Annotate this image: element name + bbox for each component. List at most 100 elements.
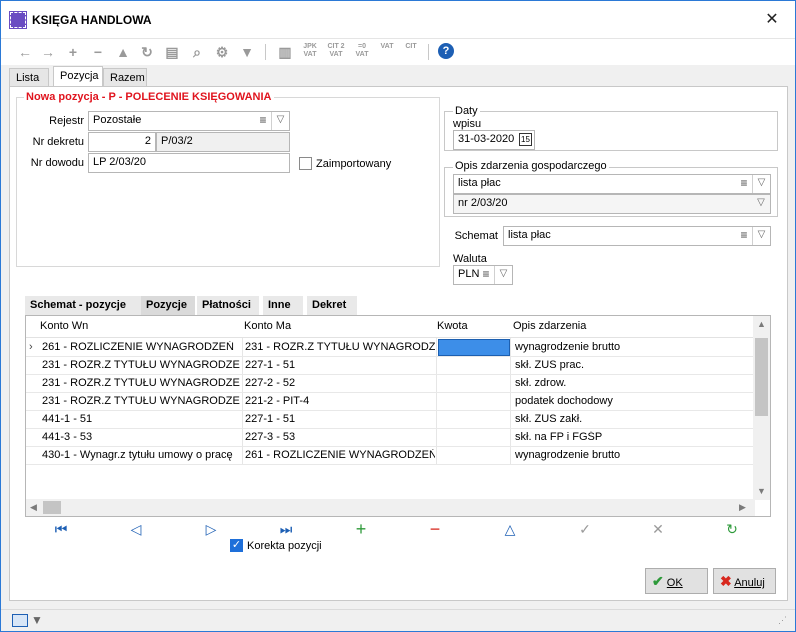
cell-opis[interactable]: skł. ZUS zakł. [515, 413, 735, 425]
tab-razem[interactable]: Razem [103, 68, 147, 87]
cell-opis[interactable]: skł. na FP i FGŚP [515, 431, 735, 443]
cell-ma[interactable]: 227-1 - 51 [245, 413, 435, 425]
rejestr-combo[interactable]: Pozostałe ≡ ▽ [88, 111, 290, 131]
search-icon[interactable]: ⌕ [188, 43, 206, 61]
selected-cell[interactable] [438, 339, 510, 356]
ok-button[interactable]: ✔ OK [645, 568, 708, 594]
cell-wn[interactable]: 441-1 - 51 [42, 413, 240, 425]
table-row[interactable]: 231 - ROZR.Z TYTUŁU WYNAGRODZEŃ 227-1 - 5… [26, 357, 753, 375]
cell-wn[interactable]: 261 - ROZLICZENIE WYNAGRODZEŃ [42, 341, 240, 353]
vertical-scrollbar[interactable]: ▲ ▼ [753, 316, 770, 500]
table-grid-icon[interactable] [12, 614, 28, 627]
schemat-combo[interactable]: lista płac ≡ ▽ [503, 226, 771, 246]
remove-icon[interactable]: − [89, 43, 107, 61]
cell-wn[interactable]: 231 - ROZR.Z TYTUŁU WYNAGRODZEŃ [42, 395, 240, 407]
waluta-combo[interactable]: PLN ≡ ▽ [453, 265, 513, 285]
chevron-down-icon[interactable]: ▽ [752, 195, 770, 213]
cit2-vat-icon[interactable]: CIT 2 VAT [325, 43, 347, 61]
scroll-thumb[interactable] [43, 501, 61, 514]
tab-pozycje[interactable]: Pozycje [141, 296, 195, 315]
list-menu-icon[interactable]: ≡ [480, 266, 492, 284]
cell-opis[interactable]: wynagrodzenie brutto [515, 449, 735, 461]
cell-ma[interactable]: 261 - ROZLICZENIE WYNAGRODZEŃ [245, 449, 435, 461]
list-menu-icon[interactable]: ≡ [257, 112, 269, 130]
calendar-icon[interactable]: 15 [519, 133, 532, 146]
table-row[interactable]: › 261 - ROZLICZENIE WYNAGRODZEŃ 231 - ROZR… [26, 339, 753, 357]
first-record-icon[interactable]: ⏮ [51, 520, 71, 538]
scroll-right-icon[interactable]: ▶ [739, 502, 746, 513]
zero-vat-icon[interactable]: =0 VAT [351, 43, 373, 61]
insert-record-icon[interactable]: + [351, 520, 371, 538]
help-icon[interactable]: ? [438, 43, 454, 59]
tab-platnosci[interactable]: Płatności [197, 296, 259, 315]
zaimportowany-checkbox[interactable] [299, 157, 312, 170]
settings-gear-icon[interactable]: ⚙ [213, 43, 231, 61]
list-menu-icon[interactable]: ≡ [738, 227, 750, 245]
resize-grip-icon[interactable]: ⋰ [778, 615, 787, 626]
cell-opis[interactable]: podatek dochodowy [515, 395, 735, 407]
nr-dowodu-input[interactable]: LP 2/03/20 [88, 153, 290, 173]
tab-inne[interactable]: Inne [263, 296, 303, 315]
cell-wn[interactable]: 430-1 - Wynagr.z tytułu umowy o pracę [42, 449, 240, 461]
cell-opis[interactable]: skł. zdrow. [515, 377, 735, 389]
refresh-records-icon[interactable]: ↻ [722, 520, 742, 538]
scroll-up-icon[interactable]: ▲ [757, 319, 766, 329]
cancel-record-icon[interactable]: ✕ [648, 520, 668, 538]
back-arrow-icon[interactable]: ← [16, 43, 34, 61]
print-icon[interactable]: ▤ [163, 43, 181, 61]
cancel-button[interactable]: ✖ Anuluj [713, 568, 776, 594]
table-row[interactable]: 441-3 - 53 227-3 - 53 skł. na FP i FGŚP [26, 429, 753, 447]
post-record-icon[interactable]: ✓ [575, 520, 595, 538]
last-record-icon[interactable]: ⏭ [276, 520, 296, 538]
col-konto-ma[interactable]: Konto Ma [244, 320, 291, 332]
nr-dekretu-number[interactable]: 2 [88, 132, 156, 152]
cell-ma[interactable]: 227-1 - 51 [245, 359, 435, 371]
tab-pozycja[interactable]: Pozycja [53, 66, 103, 87]
opis-extra-field[interactable]: nr 2/03/20 ▽ [453, 194, 771, 214]
korekta-checkbox[interactable]: ✓ [230, 539, 243, 552]
table-row[interactable]: 430-1 - Wynagr.z tytułu umowy o pracę 261… [26, 447, 753, 465]
list-menu-icon[interactable]: ≡ [738, 175, 750, 193]
tab-lista[interactable]: Lista [9, 68, 49, 87]
chevron-down-icon[interactable]: ▽ [752, 227, 770, 245]
cit-icon[interactable]: CIT [400, 43, 422, 61]
scroll-left-icon[interactable]: ◀ [30, 502, 37, 513]
filter-settings-icon[interactable]: ▼ [31, 613, 43, 627]
col-konto-wn[interactable]: Konto Wn [40, 320, 88, 332]
scroll-thumb[interactable] [755, 338, 768, 416]
tab-dekret[interactable]: Dekret [307, 296, 357, 315]
horizontal-scrollbar[interactable]: ◀ ▶ [26, 499, 755, 516]
cell-wn[interactable]: 231 - ROZR.Z TYTUŁU WYNAGRODZEŃ [42, 359, 240, 371]
delete-record-icon[interactable]: − [425, 520, 445, 538]
filter-icon[interactable]: ▼ [238, 43, 256, 61]
tab-schemat-pozycje[interactable]: Schemat - pozycje [25, 296, 141, 315]
cell-opis[interactable]: skł. ZUS prac. [515, 359, 735, 371]
cell-wn[interactable]: 231 - ROZR.Z TYTUŁU WYNAGRODZEŃ [42, 377, 240, 389]
col-kwota[interactable]: Kwota [437, 320, 468, 332]
jpk-vat-icon[interactable]: JPK VAT [299, 43, 321, 61]
table-row[interactable]: 231 - ROZR.Z TYTUŁU WYNAGRODZEŃ 221-2 - P… [26, 393, 753, 411]
add-icon[interactable]: + [64, 43, 82, 61]
document-export-icon[interactable]: ▥ [276, 43, 294, 61]
table-row[interactable]: 441-1 - 51 227-1 - 51 skł. ZUS zakł. [26, 411, 753, 429]
scroll-down-icon[interactable]: ▼ [757, 486, 766, 496]
cell-ma[interactable]: 227-3 - 53 [245, 431, 435, 443]
col-opis[interactable]: Opis zdarzenia [513, 320, 586, 332]
edit-record-icon[interactable]: △ [500, 520, 520, 538]
table-row[interactable]: 231 - ROZR.Z TYTUŁU WYNAGRODZEŃ 227-2 - 5… [26, 375, 753, 393]
next-record-icon[interactable]: ▷ [201, 520, 221, 538]
chevron-down-icon[interactable]: ▽ [494, 266, 512, 284]
prior-record-icon[interactable]: ◁ [126, 520, 146, 538]
forward-arrow-icon[interactable]: → [39, 43, 57, 61]
chevron-down-icon[interactable]: ▽ [752, 175, 770, 193]
refresh-icon[interactable]: ↻ [138, 43, 156, 61]
chevron-down-icon[interactable]: ▽ [271, 112, 289, 130]
cell-opis[interactable]: wynagrodzenie brutto [515, 341, 735, 353]
cell-ma[interactable]: 231 - ROZR.Z TYTUŁU WYNAGRODZEŃ [245, 341, 435, 353]
opis-combo[interactable]: lista płac ≡ ▽ [453, 174, 771, 194]
cell-ma[interactable]: 227-2 - 52 [245, 377, 435, 389]
wpisu-date-input[interactable]: 31-03-2020 15 [453, 130, 535, 150]
close-button[interactable]: ✕ [749, 1, 795, 39]
cell-wn[interactable]: 441-3 - 53 [42, 431, 240, 443]
vat-icon[interactable]: VAT [376, 43, 398, 61]
